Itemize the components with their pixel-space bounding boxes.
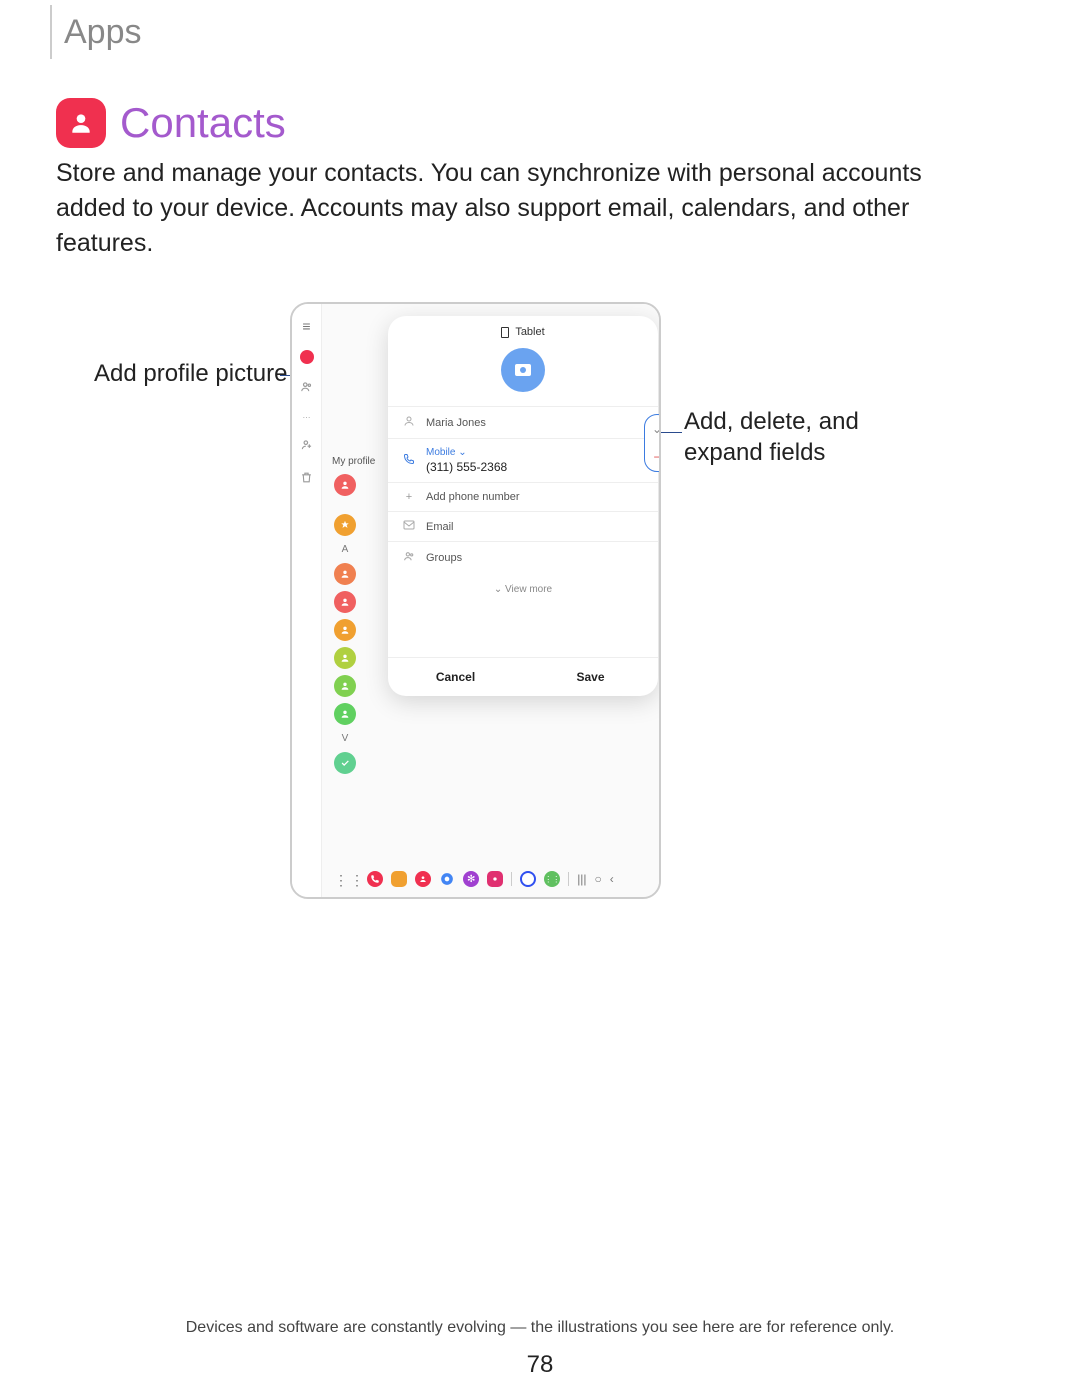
nav-recents-icon[interactable]: ||| [577, 872, 586, 886]
person-icon [402, 415, 416, 430]
name-value: Maria Jones [426, 417, 486, 429]
cancel-button[interactable]: Cancel [388, 658, 523, 696]
plus-icon: + [402, 491, 416, 503]
phone-number: (311) 555-2368 [426, 460, 507, 474]
page-number: 78 [0, 1351, 1080, 1379]
letter-header-a: A [342, 544, 349, 555]
my-profile-label: My profile [332, 456, 375, 467]
device-dock: ✻ ⋮⋮ ||| ○ ‹ [322, 865, 659, 893]
storage-location[interactable]: Tablet [388, 326, 658, 338]
contacts-tab-icon[interactable] [300, 350, 314, 364]
chevron-down-icon: ⌄ [494, 584, 502, 595]
add-phone-label: Add phone number [426, 491, 520, 503]
dock-separator [568, 872, 569, 886]
dock-app-camera[interactable] [487, 871, 503, 887]
list-item[interactable] [334, 675, 356, 697]
letter-header-v: V [342, 733, 349, 744]
name-field[interactable]: Maria Jones [388, 406, 658, 438]
groups-field-icon [402, 550, 416, 566]
page-header-bar: Apps [50, 5, 142, 59]
list-item[interactable] [334, 619, 356, 641]
add-contact-icon[interactable] [300, 438, 314, 455]
dock-app-phone[interactable] [367, 871, 383, 887]
title-row: Contacts [56, 98, 286, 148]
page-title: Contacts [120, 99, 286, 147]
phone-type-selector[interactable]: Mobile ⌄ [426, 447, 507, 458]
menu-icon[interactable]: ≡ [302, 318, 310, 334]
avatar-profile[interactable] [334, 474, 356, 496]
contacts-app-icon [56, 98, 106, 148]
device-sidebar: ≡ ⋯ [292, 304, 322, 897]
dock-app-gallery[interactable]: ✻ [463, 871, 479, 887]
chevron-down-icon: ⌄ [458, 447, 466, 458]
save-button[interactable]: Save [523, 658, 658, 696]
callout-expand-fields: Add, delete, and expand fields [684, 406, 884, 468]
device-frame: ≡ ⋯ My profile A V t from the li [290, 302, 661, 899]
phone-field[interactable]: Mobile ⌄ (311) 555-2368 [388, 438, 658, 482]
contact-list: A V [334, 474, 356, 774]
groups-icon[interactable] [300, 380, 314, 397]
dock-app-browser[interactable] [520, 871, 536, 887]
contact-editor-panel: Tablet Maria Jones Mobile ⌄ (311) 555-23… [388, 316, 658, 696]
list-item[interactable] [334, 703, 356, 725]
tablet-icon [501, 327, 509, 338]
groups-field[interactable]: Groups [388, 541, 658, 574]
list-item[interactable] [334, 563, 356, 585]
list-item[interactable] [334, 752, 356, 774]
editor-actions: Cancel Save [388, 657, 658, 696]
add-profile-picture-button[interactable] [501, 348, 545, 392]
email-label: Email [426, 521, 454, 533]
add-phone-row[interactable]: + Add phone number [388, 482, 658, 511]
dots-icon: ⋯ [303, 413, 311, 422]
remove-field-button[interactable]: − [645, 443, 661, 471]
email-icon [402, 520, 416, 533]
callout-profile-picture: Add profile picture [94, 360, 287, 388]
avatar-favorite[interactable] [334, 514, 356, 536]
nav-back-icon[interactable]: ‹ [610, 872, 614, 886]
phone-icon [402, 453, 416, 468]
view-more-button[interactable]: ⌄ View more [388, 574, 658, 615]
dock-app-chrome[interactable] [439, 871, 455, 887]
expand-buttons-callout: ⌄ − [644, 414, 661, 472]
dock-separator [511, 872, 512, 886]
dock-app-messages[interactable]: ⋮⋮ [544, 871, 560, 887]
nav-home-icon[interactable]: ○ [595, 872, 602, 886]
footer-disclaimer: Devices and software are constantly evol… [0, 1319, 1080, 1337]
dock-app-folder[interactable] [391, 871, 407, 887]
list-item[interactable] [334, 591, 356, 613]
intro-text: Store and manage your contacts. You can … [56, 156, 956, 261]
list-item[interactable] [334, 647, 356, 669]
camera-icon [515, 364, 531, 376]
expand-field-button[interactable]: ⌄ [645, 415, 661, 443]
storage-label: Tablet [515, 326, 544, 338]
trash-icon[interactable] [300, 471, 313, 487]
dock-app-contacts[interactable] [415, 871, 431, 887]
email-field[interactable]: Email [388, 511, 658, 541]
section-name: Apps [64, 5, 142, 59]
groups-label: Groups [426, 552, 462, 564]
